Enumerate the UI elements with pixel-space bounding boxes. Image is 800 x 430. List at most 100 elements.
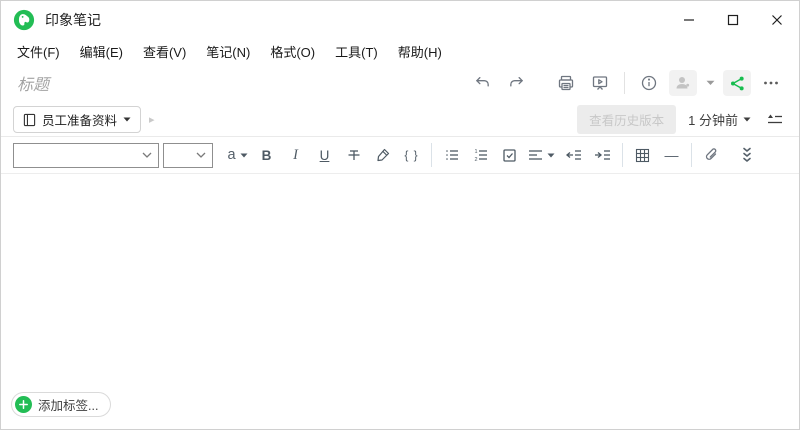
code-block-button[interactable]: { } [397,141,426,169]
notebook-name: 员工准备资料 [42,110,117,129]
menu-file[interactable]: 文件(F) [7,40,70,63]
toolbar-divider [691,143,692,167]
meta-right: 查看历史版本 1 分钟前 [577,105,787,134]
note-meta-row: 员工准备资料 ▸ 查看历史版本 1 分钟前 [1,103,799,137]
chevron-down-icon [196,152,206,158]
more-formatting-button[interactable] [732,141,761,169]
last-edited-label: 1 分钟前 [688,110,738,129]
maximize-button[interactable] [711,1,755,39]
caret-down-icon [240,153,248,158]
menu-help[interactable]: 帮助(H) [388,40,452,63]
header-actions [468,70,785,96]
more-icon [762,74,780,92]
note-title-row: 标题 [1,63,799,103]
font-color-label: a [227,147,235,163]
plus-icon [15,396,32,413]
code-block-label: { } [404,148,418,162]
checkbox-button[interactable] [495,141,524,169]
window-title: 印象笔记 [45,10,101,30]
bold-label: B [262,148,272,163]
titlebar: 印象笔记 [1,1,799,39]
note-editor-body[interactable] [1,174,799,392]
notebook-icon [23,113,36,127]
notebook-selector[interactable]: 员工准备资料 [13,106,141,133]
svg-text:2: 2 [474,157,477,163]
align-button[interactable] [524,141,559,169]
menu-view[interactable]: 查看(V) [133,40,196,63]
format-toolbar: a B I U { } 1 2 [1,137,799,174]
italic-label: I [293,147,298,164]
horizontal-rule-button[interactable]: — [657,141,686,169]
add-tag-button[interactable]: 添加标签... [11,392,111,417]
maximize-icon [727,14,739,26]
menu-note[interactable]: 笔记(N) [196,40,260,63]
menu-edit[interactable]: 编辑(E) [70,40,133,63]
note-outline-button[interactable] [763,107,787,133]
align-left-icon [528,148,543,162]
checkbox-icon [502,148,517,163]
note-title-input[interactable]: 标题 [17,71,49,95]
print-button[interactable] [552,70,580,96]
close-button[interactable] [755,1,799,39]
note-footer: 添加标签... [1,392,799,429]
print-icon [557,74,575,92]
indent-icon [594,148,611,162]
strikethrough-button[interactable] [339,141,368,169]
insert-table-button[interactable] [628,141,657,169]
window-controls [667,1,799,39]
font-family-select[interactable] [13,143,159,168]
italic-button[interactable]: I [281,141,310,169]
undo-button[interactable] [468,70,496,96]
share-button[interactable] [723,70,751,96]
bullet-list-icon [444,147,460,163]
share-user-icon [674,74,692,92]
caret-down-icon [743,117,751,122]
menu-format[interactable]: 格式(O) [260,40,325,63]
svg-text:1: 1 [474,149,477,155]
toolbar-divider [622,143,623,167]
redo-button[interactable] [502,70,530,96]
view-history-button[interactable]: 查看历史版本 [577,105,676,134]
numbered-list-icon: 1 2 [473,147,489,163]
bullet-list-button[interactable] [437,141,466,169]
present-icon [591,74,609,92]
present-button[interactable] [586,70,614,96]
highlighter-icon [375,147,391,163]
share-options-button[interactable] [703,70,717,96]
info-icon [640,74,658,92]
share-icon [729,75,746,92]
highlight-button[interactable] [368,141,397,169]
minimize-button[interactable] [667,1,711,39]
undo-icon [474,75,491,92]
chevron-down-icon [142,152,152,158]
divider [624,72,625,94]
horizontal-rule-label: — [665,147,679,163]
bold-button[interactable]: B [252,141,281,169]
more-actions-button[interactable] [757,70,785,96]
attachment-button[interactable] [697,141,726,169]
redo-icon [508,75,525,92]
caret-down-icon [547,153,555,158]
font-color-button[interactable]: a [223,141,252,169]
share-with-user-button[interactable] [669,70,697,96]
triple-chevron-down-icon [740,147,754,163]
menubar: 文件(F) 编辑(E) 查看(V) 笔记(N) 格式(O) 工具(T) 帮助(H… [1,39,799,63]
outline-list-icon [766,113,784,127]
last-edited-dropdown[interactable]: 1 分钟前 [688,110,751,129]
indent-button[interactable] [588,141,617,169]
breadcrumb-chevron-icon: ▸ [149,113,155,126]
toolbar-divider [431,143,432,167]
close-icon [771,14,783,26]
menu-tools[interactable]: 工具(T) [325,40,388,63]
info-button[interactable] [635,70,663,96]
underline-button[interactable]: U [310,141,339,169]
table-icon [635,148,650,163]
caret-down-icon [706,80,715,86]
strikethrough-icon [346,147,362,163]
outdent-button[interactable] [559,141,588,169]
minimize-icon [683,14,695,26]
font-size-select[interactable] [163,143,213,168]
caret-down-icon [123,117,131,122]
add-tag-label: 添加标签... [38,395,98,414]
numbered-list-button[interactable]: 1 2 [466,141,495,169]
